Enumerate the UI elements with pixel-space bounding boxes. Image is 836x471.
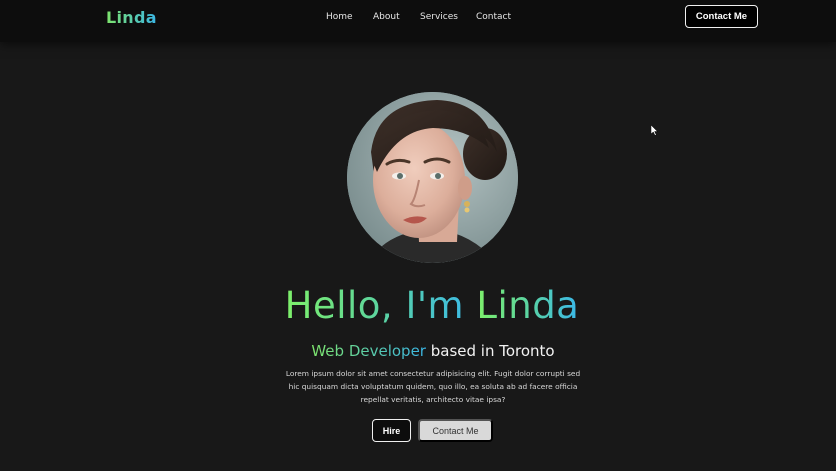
nav-link-contact[interactable]: Contact <box>476 12 511 22</box>
page: Linda Home About Services Contact Contac… <box>0 0 836 471</box>
profile-avatar <box>347 92 518 263</box>
contact-me-nav-button[interactable]: Contact Me <box>685 5 758 28</box>
profile-photo <box>347 92 518 263</box>
logo[interactable]: Linda <box>106 8 157 27</box>
mouse-pointer-icon <box>651 125 659 136</box>
hero-subtitle: Web Developer based in Toronto <box>0 341 836 361</box>
nav-link-services[interactable]: Services <box>420 12 458 22</box>
contact-me-button[interactable]: Contact Me <box>418 419 493 442</box>
hire-button[interactable]: Hire <box>372 419 411 442</box>
navbar: Linda Home About Services Contact Contac… <box>0 0 836 42</box>
hero-description: Lorem ipsum dolor sit amet consectetur a… <box>285 369 581 404</box>
hero-greeting: Hello, I'm <box>284 284 477 327</box>
hero-location: based in Toronto <box>425 342 555 360</box>
hero-title: Hello, I'm Linda <box>0 282 836 330</box>
hero-role: Web Developer <box>311 342 426 360</box>
nav-link-about[interactable]: About <box>373 12 400 22</box>
hero-name: Linda <box>476 284 580 327</box>
nav-link-home[interactable]: Home <box>326 12 353 22</box>
